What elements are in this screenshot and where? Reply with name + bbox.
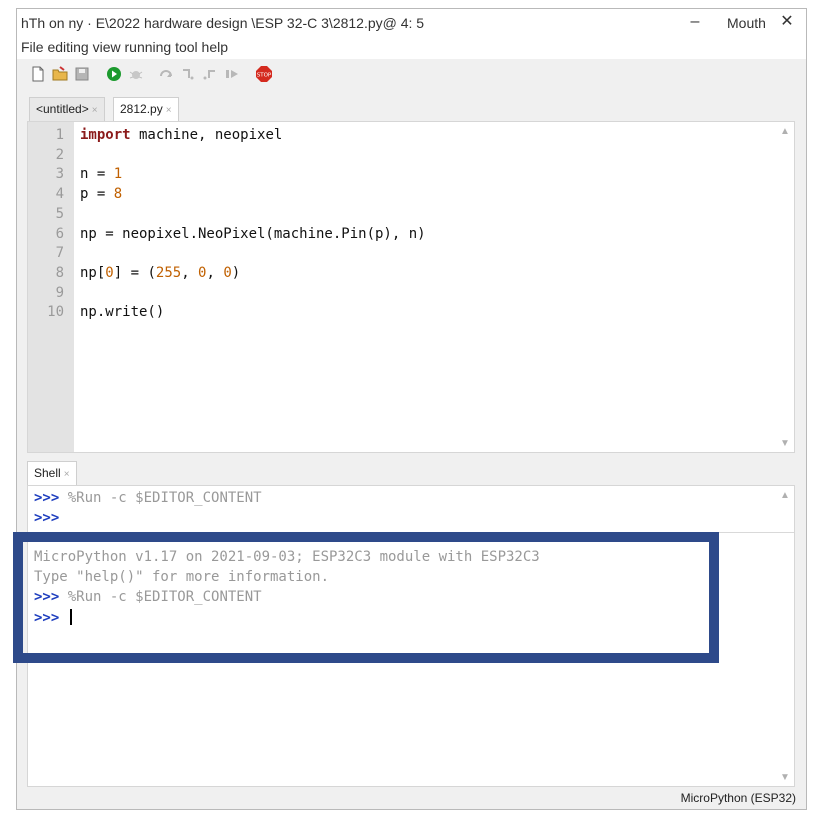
- interpreter-status[interactable]: MicroPython (ESP32): [681, 791, 796, 805]
- code-token: p =: [80, 186, 114, 203]
- line-number: 9: [55, 284, 64, 301]
- open-folder-icon[interactable]: [49, 61, 71, 87]
- code-token: np.write(): [80, 304, 165, 321]
- stop-icon-label: STOP: [257, 73, 272, 79]
- line-number: 5: [55, 205, 64, 222]
- close-button[interactable]: ✕: [777, 12, 797, 32]
- keyword-token: import: [80, 127, 131, 143]
- line-number: 3: [55, 166, 64, 183]
- tab-close-icon[interactable]: ×: [64, 469, 70, 480]
- tab-close-icon[interactable]: ×: [92, 105, 98, 116]
- tab-close-icon[interactable]: ×: [166, 105, 172, 116]
- title-bar: hTh on ny · E\2022 hardware design \ESP …: [17, 9, 806, 37]
- line-number: 2: [55, 146, 64, 163]
- resume-icon[interactable]: [221, 61, 243, 87]
- code-line[interactable]: np = neopixel.NeoPixel(machine.Pin(p), n…: [80, 226, 426, 242]
- highlight-box: [13, 532, 719, 663]
- code-line[interactable]: n = 1: [80, 166, 122, 182]
- shell-prompt: >>>: [34, 490, 60, 506]
- maximize-button[interactable]: Mouth: [727, 15, 766, 31]
- number-token: 255: [155, 264, 182, 281]
- shell-prompt: >>>: [34, 510, 60, 526]
- run-icon[interactable]: [103, 61, 125, 87]
- status-bar: MicroPython (ESP32): [17, 789, 806, 809]
- line-number: 7: [55, 245, 64, 262]
- line-number: 4: [55, 186, 64, 203]
- line-number: 6: [55, 225, 64, 242]
- code-token: np[: [80, 264, 106, 281]
- line-number: 1: [55, 127, 64, 143]
- save-icon[interactable]: [71, 61, 93, 87]
- number-token: 1: [113, 166, 123, 183]
- tab-untitled[interactable]: <untitled> ×: [29, 97, 105, 121]
- tab-label: Shell: [34, 466, 61, 480]
- code-line[interactable]: p = 8: [80, 186, 122, 202]
- tab-shell[interactable]: Shell ×: [27, 461, 77, 485]
- shell-scroll-up-icon[interactable]: ▲: [780, 490, 790, 501]
- menu-items[interactable]: File editing view running tool help: [21, 39, 228, 55]
- code-token: ): [231, 264, 241, 281]
- code-line[interactable]: np.write(): [80, 304, 164, 320]
- code-editor[interactable]: 1 import machine, neopixel 2 3 n = 1 4 p = 8 5 6…: [27, 121, 795, 453]
- code-token: machine, neopixel: [130, 127, 283, 143]
- code-token: ] = (: [113, 264, 156, 281]
- code-line[interactable]: np[0] = (255, 0, 0): [80, 265, 240, 281]
- line-number: 10: [47, 304, 64, 321]
- shell-prompt-line: >>>: [34, 510, 59, 526]
- editor-scroll-up-icon[interactable]: ▲: [780, 126, 790, 137]
- new-file-icon[interactable]: [27, 61, 49, 87]
- shell-text: %Run -c $EDITOR_CONTENT: [59, 490, 262, 506]
- shell-prompt-line: >>> %Run -c $EDITOR_CONTENT: [34, 490, 262, 506]
- window-title: hTh on ny · E\2022 hardware design \ESP …: [21, 15, 425, 31]
- tab-2812-py[interactable]: 2812.py ×: [113, 97, 179, 121]
- tab-label: 2812.py: [120, 102, 163, 116]
- number-token: 0: [105, 264, 114, 281]
- minimize-button[interactable]: –: [685, 12, 705, 32]
- toolbar: STOP: [17, 61, 806, 89]
- menu-bar: File editing view running tool help: [17, 37, 806, 59]
- code-line[interactable]: import machine, neopixel: [80, 127, 282, 143]
- ide-window: hTh on ny · E\2022 hardware design \ESP …: [16, 8, 807, 810]
- debug-icon[interactable]: [125, 61, 147, 87]
- code-token: ,: [206, 264, 224, 281]
- step-into-icon[interactable]: [177, 61, 199, 87]
- stop-icon[interactable]: STOP: [253, 61, 275, 87]
- shell-tabs: Shell ×: [27, 461, 327, 485]
- shell-scroll-down-icon[interactable]: ▼: [780, 772, 790, 783]
- number-token: 8: [113, 186, 123, 203]
- editor-tabs: <untitled> × 2812.py ×: [17, 97, 806, 121]
- editor-scroll-down-icon[interactable]: ▼: [780, 438, 790, 449]
- step-over-icon[interactable]: [155, 61, 177, 87]
- code-token: ,: [181, 264, 199, 281]
- number-token: 0: [223, 264, 232, 281]
- line-number: 8: [55, 264, 64, 281]
- tab-label: <untitled>: [36, 102, 89, 116]
- code-token: np = neopixel.NeoPixel(machine.Pin(p), n…: [80, 225, 426, 242]
- code-token: n =: [80, 166, 114, 183]
- step-out-icon[interactable]: [199, 61, 221, 87]
